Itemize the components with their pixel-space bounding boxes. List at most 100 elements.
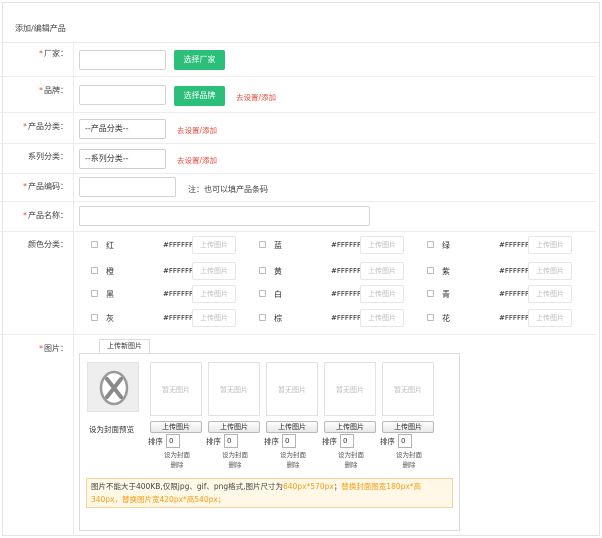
page-header: 添加/编辑产品 xyxy=(3,3,599,43)
color-checkbox[interactable] xyxy=(259,267,266,274)
select-manufacturer-button[interactable]: 选择厂家 xyxy=(174,50,225,70)
color-name: 花 xyxy=(442,314,450,323)
manufacturer-label: *厂家： xyxy=(39,49,68,58)
color-image-upload[interactable]: 上传图片 xyxy=(528,285,572,303)
select-brand-button[interactable]: 选择品牌 xyxy=(174,86,225,106)
color-image-upload[interactable]: 上传图片 xyxy=(360,236,404,254)
series-setup-link[interactable]: 去设置/添加 xyxy=(177,155,217,166)
code-input[interactable] xyxy=(79,177,176,197)
color-name: 白 xyxy=(274,290,282,299)
color-checkbox[interactable] xyxy=(427,314,434,321)
color-image-upload[interactable]: 上传图片 xyxy=(360,285,404,303)
color-name: 黑 xyxy=(106,290,114,299)
image-slot-placeholder: 暂无图片 xyxy=(324,362,376,416)
sort-input[interactable]: 0 xyxy=(340,434,354,448)
set-cover-link[interactable]: 设为封面 xyxy=(383,451,435,460)
colors-label: 颜色分类： xyxy=(28,240,68,249)
sort-input[interactable]: 0 xyxy=(398,434,412,448)
delete-image-link[interactable]: 删除 xyxy=(151,461,203,470)
sort-label: 排序 xyxy=(380,437,395,446)
delete-image-link[interactable]: 删除 xyxy=(383,461,435,470)
color-checkbox[interactable] xyxy=(91,267,98,274)
color-checkbox[interactable] xyxy=(259,314,266,321)
color-name: 紫 xyxy=(442,267,450,276)
color-hex-value[interactable]: #FFFFFF xyxy=(499,241,529,249)
color-name: 棕 xyxy=(274,314,282,323)
code-label: *产品编码： xyxy=(23,182,68,191)
color-checkbox[interactable] xyxy=(259,241,266,248)
cover-preview xyxy=(87,362,139,412)
color-image-upload[interactable]: 上传图片 xyxy=(360,262,404,280)
upload-image-button[interactable]: 上传图片 xyxy=(266,421,318,433)
sort-input[interactable]: 0 xyxy=(224,434,238,448)
set-cover-link[interactable]: 设为封面 xyxy=(325,451,377,460)
color-image-upload[interactable]: 上传图片 xyxy=(528,309,572,327)
image-slot-placeholder: 暂无图片 xyxy=(266,362,318,416)
image-slot-placeholder: 暂无图片 xyxy=(208,362,260,416)
name-input[interactable] xyxy=(79,206,370,226)
upload-image-button[interactable]: 上传图片 xyxy=(324,421,376,433)
sort-input[interactable]: 0 xyxy=(166,434,180,448)
color-image-upload[interactable]: 上传图片 xyxy=(360,309,404,327)
upload-image-button[interactable]: 上传图片 xyxy=(150,421,202,433)
series-label: 系列分类： xyxy=(28,152,68,161)
color-checkbox[interactable] xyxy=(91,314,98,321)
color-image-upload[interactable]: 上传图片 xyxy=(528,262,572,280)
series-select[interactable]: --系列分类-- xyxy=(79,149,166,169)
color-hex-value[interactable]: #FFFFFF xyxy=(499,290,529,298)
color-checkbox[interactable] xyxy=(427,290,434,297)
delete-image-link[interactable]: 删除 xyxy=(267,461,319,470)
color-checkbox[interactable] xyxy=(427,241,434,248)
color-image-upload[interactable]: 上传图片 xyxy=(192,309,236,327)
color-hex-value[interactable]: #FFFFFF xyxy=(163,314,193,322)
color-hex-value[interactable]: #FFFFFF xyxy=(163,290,193,298)
color-hex-value[interactable]: #FFFFFF xyxy=(331,314,361,322)
color-checkbox[interactable] xyxy=(259,290,266,297)
color-hex-value[interactable]: #FFFFFF xyxy=(163,241,193,249)
name-label: *产品名称： xyxy=(23,211,68,220)
color-name: 黄 xyxy=(274,267,282,276)
cover-preview-label: 设为封面预览 xyxy=(89,425,134,434)
brand-setup-link[interactable]: 去设置/添加 xyxy=(236,92,276,103)
delete-image-link[interactable]: 删除 xyxy=(209,461,261,470)
color-image-upload[interactable]: 上传图片 xyxy=(192,262,236,280)
delete-image-link[interactable]: 删除 xyxy=(325,461,377,470)
color-checkbox[interactable] xyxy=(427,267,434,274)
brand-label: *品牌： xyxy=(39,86,68,95)
code-note: 注：也可以填产品条码 xyxy=(188,185,268,194)
color-hex-value[interactable]: #FFFFFF xyxy=(499,314,529,322)
image-upload-tip: 图片不能大于400KB,仅限jpg、gif、png格式,图片尺寸为640px*5… xyxy=(86,478,453,508)
color-image-upload[interactable]: 上传图片 xyxy=(192,236,236,254)
image-slot-placeholder: 暂无图片 xyxy=(382,362,434,416)
color-checkbox[interactable] xyxy=(91,241,98,248)
brand-input[interactable] xyxy=(79,85,166,105)
color-image-upload[interactable]: 上传图片 xyxy=(528,236,572,254)
sort-input[interactable]: 0 xyxy=(282,434,296,448)
color-hex-value[interactable]: #FFFFFF xyxy=(331,267,361,275)
image-slot-placeholder: 暂无图片 xyxy=(150,362,202,416)
sort-label: 排序 xyxy=(322,437,337,446)
color-image-upload[interactable]: 上传图片 xyxy=(192,285,236,303)
color-checkbox[interactable] xyxy=(91,290,98,297)
manufacturer-input[interactable] xyxy=(79,50,166,70)
tab-upload-new-image[interactable]: 上传新图片 xyxy=(99,339,150,353)
category-label: *产品分类： xyxy=(23,122,68,131)
set-cover-link[interactable]: 设为封面 xyxy=(209,451,261,460)
color-hex-value[interactable]: #FFFFFF xyxy=(499,267,529,275)
set-cover-link[interactable]: 设为封面 xyxy=(267,451,319,460)
color-hex-value[interactable]: #FFFFFF xyxy=(163,267,193,275)
sort-label: 排序 xyxy=(148,437,163,446)
color-name: 绿 xyxy=(442,241,450,250)
sort-label: 排序 xyxy=(264,437,279,446)
color-hex-value[interactable]: #FFFFFF xyxy=(331,290,361,298)
color-hex-value[interactable]: #FFFFFF xyxy=(331,241,361,249)
set-cover-link[interactable]: 设为封面 xyxy=(151,451,203,460)
upload-image-button[interactable]: 上传图片 xyxy=(208,421,260,433)
category-select[interactable]: --产品分类-- xyxy=(79,119,166,139)
color-name: 红 xyxy=(106,241,114,250)
color-name: 灰 xyxy=(106,314,114,323)
color-name: 蓝 xyxy=(274,241,282,250)
sort-label: 排序 xyxy=(206,437,221,446)
upload-image-button[interactable]: 上传图片 xyxy=(382,421,434,433)
category-setup-link[interactable]: 去设置/添加 xyxy=(177,125,217,136)
